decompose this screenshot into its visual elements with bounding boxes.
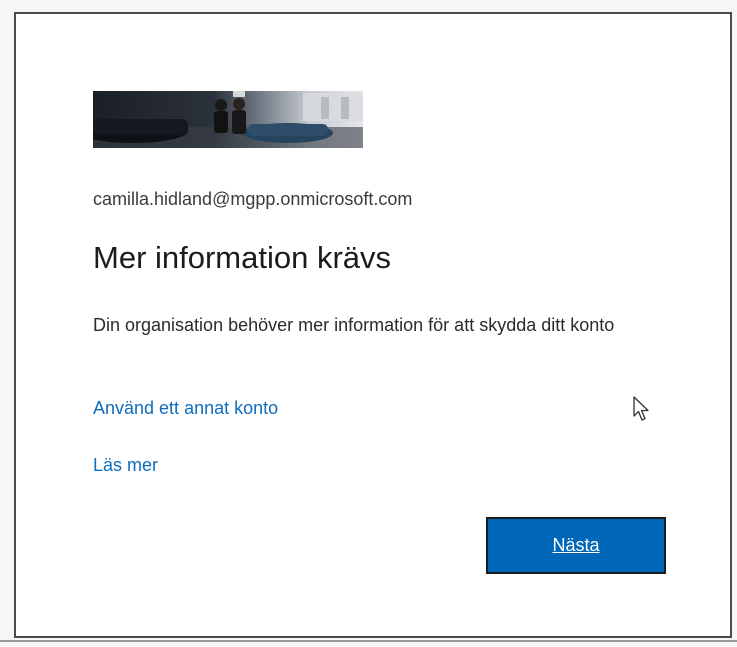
organization-banner-image xyxy=(93,91,363,148)
page-title: Mer information krävs xyxy=(93,240,392,275)
banner-photo xyxy=(93,91,363,148)
learn-more-link[interactable]: Läs mer xyxy=(93,455,158,476)
account-email: camilla.hidland@mgpp.onmicrosoft.com xyxy=(93,189,413,209)
description-text: Din organisation behöver mer information… xyxy=(93,315,615,335)
sign-in-dialog: camilla.hidland@mgpp.onmicrosoft.com Mer… xyxy=(14,12,732,638)
screen: camilla.hidland@mgpp.onmicrosoft.com Mer… xyxy=(0,0,737,647)
next-button[interactable]: Nästa xyxy=(486,517,666,574)
mouse-cursor-icon xyxy=(633,396,649,421)
use-other-account-link[interactable]: Använd ett annat konto xyxy=(93,398,278,419)
window-edge xyxy=(0,640,737,642)
